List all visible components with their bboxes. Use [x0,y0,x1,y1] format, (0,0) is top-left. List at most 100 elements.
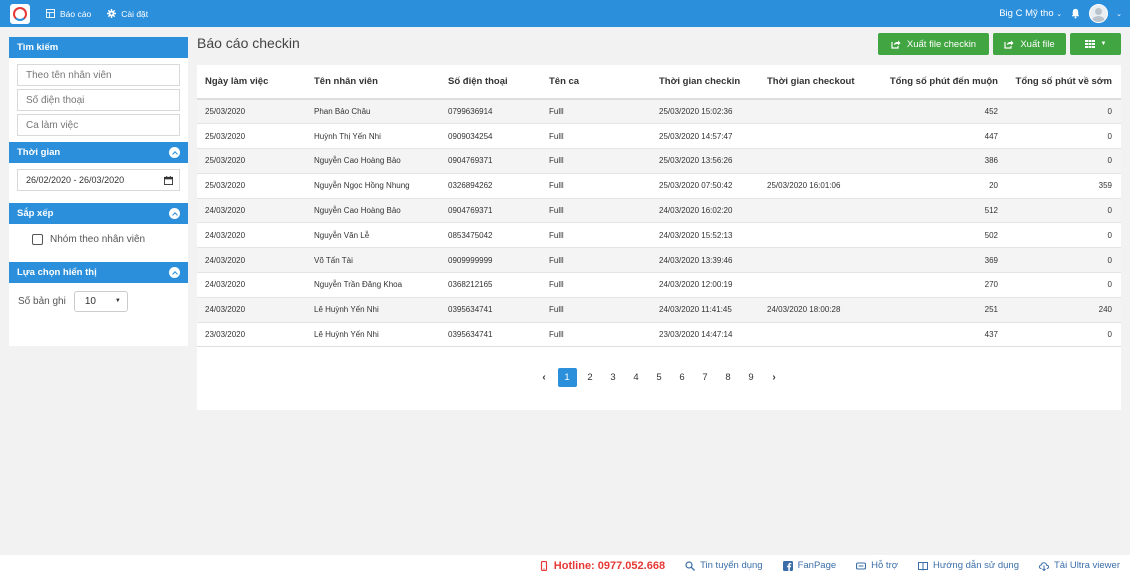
footer-viewer-link[interactable]: Tải Ultra viewer [1039,560,1120,571]
table-row[interactable]: 24/03/2020 Nguyễn Trần Đăng Khoa 036821216… [197,272,1121,298]
table-cell: 24/03/2020 12:00:19 [651,272,759,298]
table-row[interactable]: 25/03/2020 Nguyễn Ngọc Hồng Nhung 03268942… [197,172,1121,199]
export-file-button[interactable]: Xuất file [993,33,1066,55]
hotline[interactable]: Hotline: 0977.052.668 [539,560,665,572]
table-cell: Fulll [541,197,651,223]
user-avatar[interactable] [1089,4,1109,23]
pagination-page[interactable]: 2 [581,368,600,387]
book-icon [917,561,928,571]
table-cell: 0326894262 [440,172,541,199]
footer-jobs-link[interactable]: Tin tuyển dụng [685,560,763,571]
chevron-down-icon: ⌄ [1056,11,1063,18]
footer-fanpage-label: FanPage [797,560,837,571]
table-row[interactable]: 24/03/2020 Nguyễn Cao Hoàng Bảo 0904769371… [197,197,1121,223]
bell-icon[interactable] [1070,8,1081,19]
nav-report[interactable]: Báo cáo [46,9,91,19]
nav-settings-label: Cài đặt [121,8,149,19]
table-row[interactable]: 25/03/2020 Nguyễn Cao Hoàng Bảo 0904769371… [197,148,1121,174]
table-cell [759,148,874,174]
table-cell: 24/03/2020 11:41:45 [651,296,759,323]
table-cell: 25/03/2020 15:02:36 [651,98,759,124]
records-per-page-select[interactable]: 10 ▼ [73,290,128,312]
footer-guide-link[interactable]: Hướng dẫn sử dụng [917,560,1019,571]
table-cell: 452 [874,98,1007,124]
date-range-input[interactable]: 26/02/2020 - 26/03/2020 [17,169,180,191]
table-cell: Nguyễn Cao Hoàng Bảo [306,197,440,223]
pagination-page[interactable]: 7 [696,368,715,387]
table-cell: Fulll [541,321,651,348]
page-title: Báo cáo checkin [197,35,300,51]
footer-viewer-label: Tải Ultra viewer [1054,560,1120,571]
table-row[interactable]: 23/03/2020 Lê Huỳnh Yến Nhi 0395634741 Full… [197,321,1121,348]
table-cell: Nguyễn Ngọc Hồng Nhung [306,172,440,199]
employee-name-input[interactable]: Theo tên nhân viên [17,64,180,86]
time-section-header[interactable]: Thời gian [9,142,188,163]
table-cell: 0904769371 [440,197,541,223]
table-row[interactable]: 24/03/2020 Võ Tấn Tài 0909999999 Fulll 24/03… [197,247,1121,273]
pagination-page[interactable]: 1 [557,368,577,387]
cloud-download-icon [1039,561,1049,571]
display-section-body: Số bản ghi 10 ▼ [9,283,188,319]
time-section-title: Thời gian [17,147,61,158]
table-cell: 0 [1007,197,1121,223]
footer-fanpage-link[interactable]: FanPage [782,560,837,571]
table-cell [759,321,874,348]
time-section-body: 26/02/2020 - 26/03/2020 [9,163,188,197]
table-cell: 23/03/2020 [197,321,306,348]
store-selector[interactable]: Big C Mỹ tho ⌄ [999,8,1062,19]
search-section-body: Theo tên nhân viên Số điện thoại Ca làm … [9,58,188,142]
table-cell: 0909034254 [440,123,541,149]
sort-section-header[interactable]: Sắp xếp [9,203,188,224]
pagination-page[interactable]: 6 [673,368,692,387]
table-cell: 25/03/2020 [197,172,306,199]
table-body: 25/03/2020 Phan Bảo Châu 0799636914 Fulll 25… [197,98,1121,348]
pagination-page[interactable]: 8 [719,368,738,387]
pagination-page[interactable]: 5 [650,368,669,387]
table-cell: Fulll [541,98,651,124]
table-row[interactable]: 24/03/2020 Lê Huỳnh Yến Nhi 0395634741 Full… [197,296,1121,323]
table-cell [759,222,874,248]
table-cell: 0 [1007,272,1121,298]
footer-support-link[interactable]: Hỗ trợ [856,560,898,571]
collapse-sort-icon[interactable] [169,208,180,219]
column-toggle-button[interactable]: ▼ [1070,33,1121,55]
table-cell: Fulll [541,296,651,323]
avatar-chevron-icon[interactable]: ⌄ [1116,10,1122,18]
group-by-employee-option[interactable]: Nhóm theo nhân viên [9,228,188,250]
table-row[interactable]: 25/03/2020 Huỳnh Thị Yến Nhi 0909034254 Ful… [197,123,1121,149]
table-cell: 0395634741 [440,321,541,348]
table-cell: Nguyễn Cao Hoàng Bảo [306,148,440,174]
display-section-header[interactable]: Lựa chọn hiển thị [9,262,188,283]
table-cell: 24/03/2020 [197,247,306,273]
pagination-next[interactable]: › [765,368,784,387]
table-cell: 24/03/2020 [197,296,306,323]
table-cell: 0 [1007,222,1121,248]
table-cell: 251 [874,296,1007,323]
table-cell [759,98,874,124]
pagination-page[interactable]: 4 [627,368,646,387]
table-cell: 0909999999 [440,247,541,273]
shift-input[interactable]: Ca làm việc [17,114,180,136]
export-checkin-button[interactable]: Xuất file checkin [878,33,989,55]
export-file-label: Xuất file [1020,38,1055,50]
collapse-time-icon[interactable] [169,147,180,158]
group-by-employee-checkbox[interactable] [32,233,43,245]
table-cell: 447 [874,123,1007,149]
table-cell: 0 [1007,123,1121,149]
export-file-icon [1004,40,1014,49]
table-row[interactable]: 25/03/2020 Phan Bảo Châu 0799636914 Fulll 25… [197,98,1121,124]
pagination-page[interactable]: 3 [604,368,623,387]
table-cell: 25/03/2020 [197,98,306,124]
collapse-display-icon[interactable] [169,267,180,278]
table-row[interactable]: 24/03/2020 Nguyễn Văn Lễ 0853475042 Fulll 24… [197,222,1121,248]
display-section-title: Lựa chọn hiển thị [17,267,97,278]
pagination-prev[interactable]: ‹ [535,368,554,387]
column-header: Thời gian checkin [651,65,759,100]
phone-input[interactable]: Số điện thoại [17,89,180,111]
nav-settings[interactable]: Cài đặt [107,9,148,19]
support-icon [856,561,867,570]
search-section-header: Tìm kiếm [9,37,188,58]
pagination-page[interactable]: 9 [742,368,761,387]
column-header: Tên nhân viên [306,65,440,100]
app-logo[interactable] [10,3,30,24]
